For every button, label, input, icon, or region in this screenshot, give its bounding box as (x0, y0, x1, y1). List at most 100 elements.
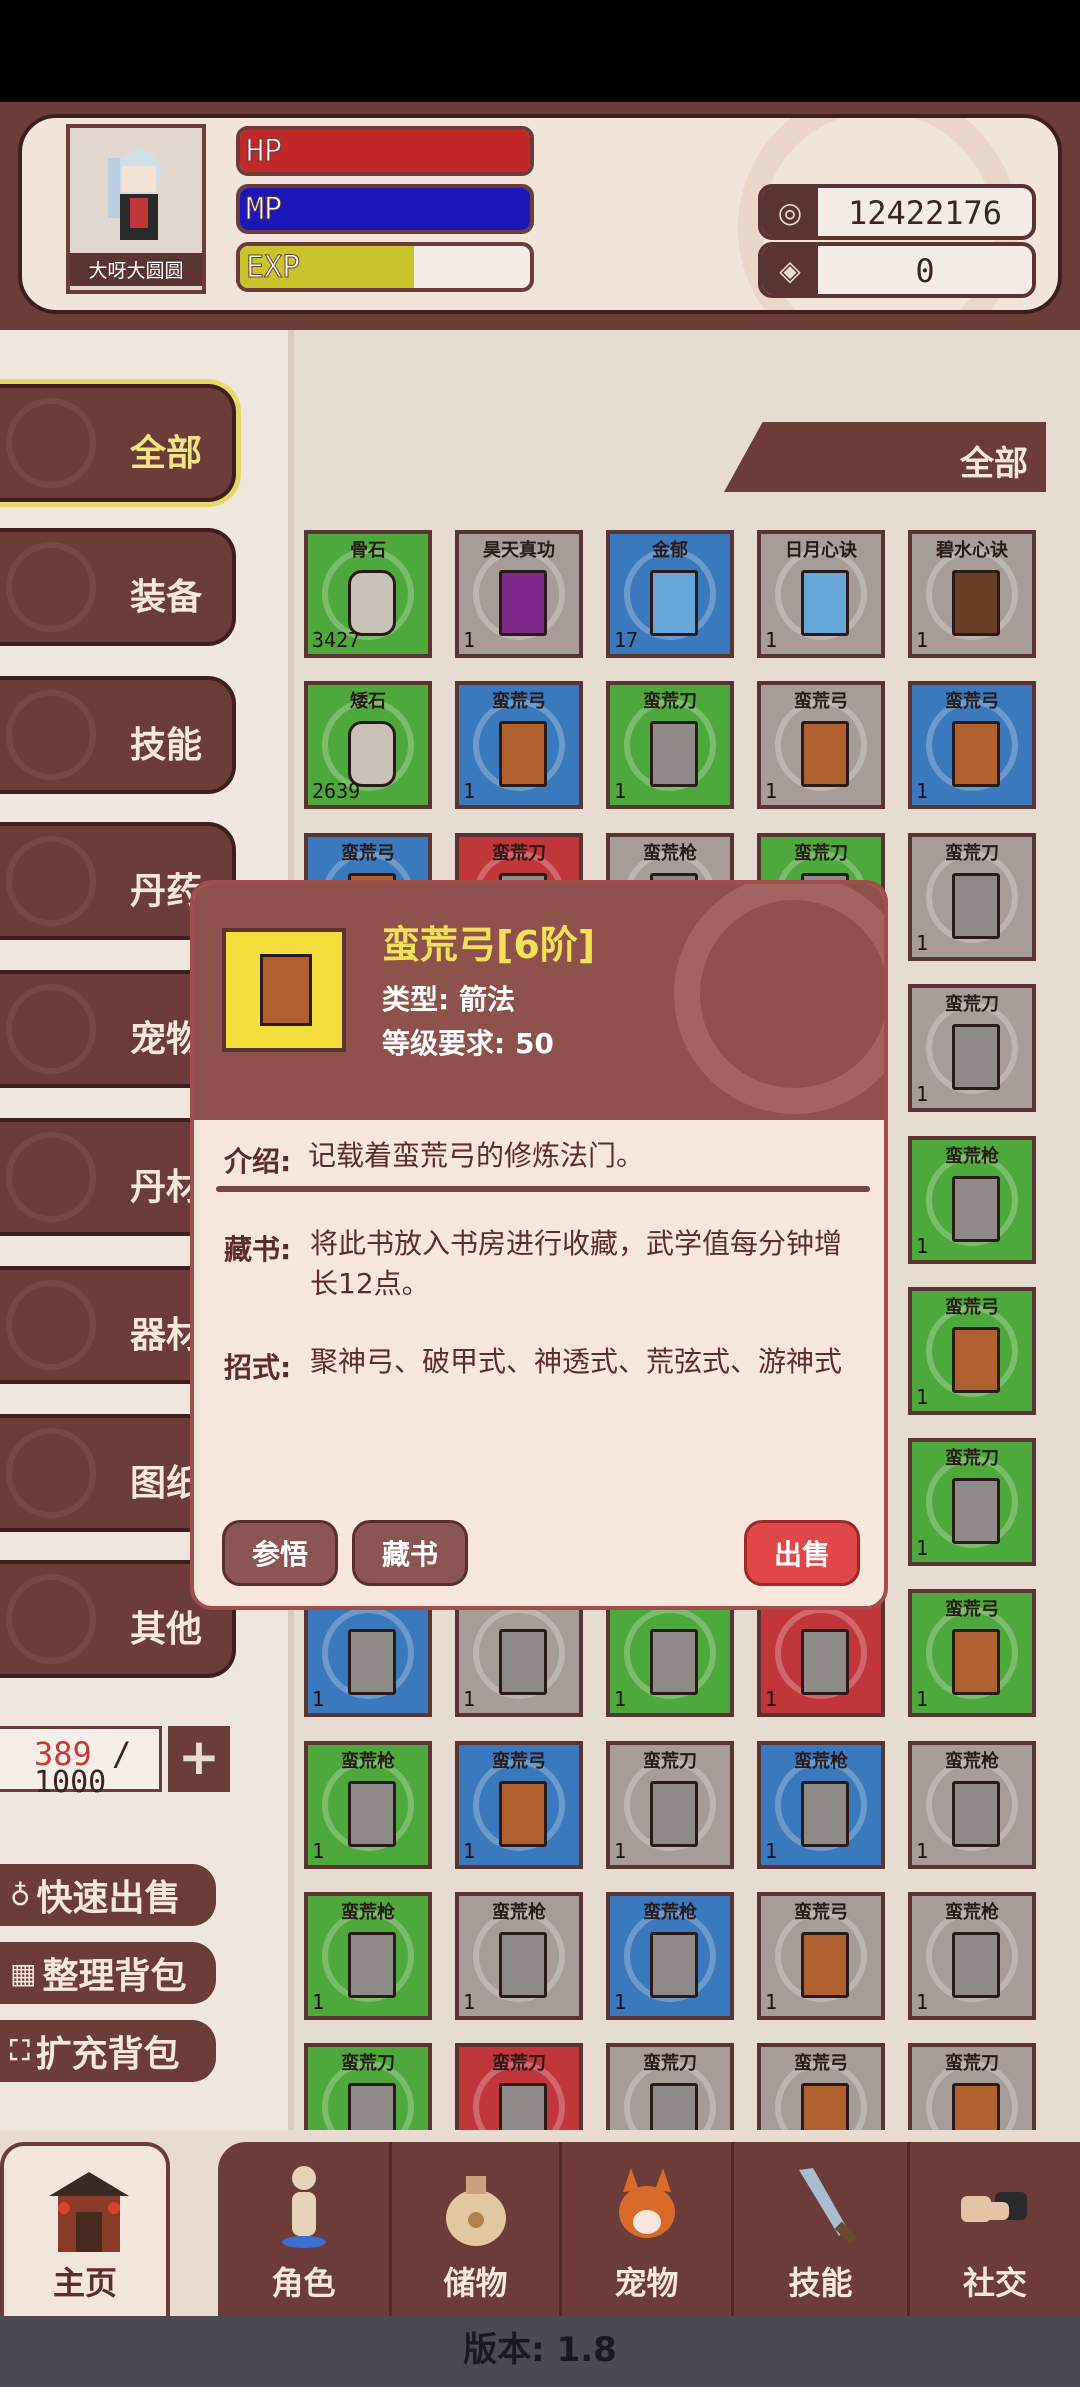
nav-skill[interactable]: 技能 (734, 2142, 910, 2316)
filter-dropdown[interactable]: 全部 (724, 422, 1046, 492)
quick-sell-button[interactable]: ♁ 快速出售 (0, 1864, 216, 1926)
inventory-slot[interactable]: 蛮荒刀 1 (908, 984, 1036, 1112)
slot-item-quantity: 1 (916, 1234, 929, 1258)
item-book-icon (801, 1932, 849, 1998)
inventory-slot[interactable]: 蛮荒枪 1 (908, 1136, 1036, 1264)
slot-item-name: 蛮荒弓 (492, 1751, 546, 1772)
inventory-slot[interactable]: 蛮荒刀 1 (908, 1438, 1036, 1566)
sell-button[interactable]: 出售 (744, 1520, 860, 1586)
category-tab[interactable]: 技能 (0, 676, 236, 794)
item-book-icon (650, 1629, 698, 1695)
header-emblem-decoration (674, 884, 884, 1114)
item-book-icon (952, 1781, 1000, 1847)
inventory-slot[interactable]: 骨石 3427 (304, 530, 432, 658)
fox-pet-icon (618, 2168, 675, 2238)
inventory-slot[interactable]: 蛮荒弓 1 (908, 1287, 1036, 1415)
inventory-slot[interactable]: 蛮荒枪 1 (606, 1892, 734, 2020)
player-avatar[interactable]: 大呀大圆圆 (66, 124, 206, 294)
item-book-icon (952, 873, 1000, 939)
quick-sell-label: 快速出售 (36, 1878, 181, 1919)
inventory-slot[interactable]: 矮石 2639 (304, 681, 432, 809)
item-type: 类型: 箭法 (382, 983, 515, 1016)
item-book-icon (499, 1629, 547, 1695)
slot-item-name: 蛮荒刀 (492, 843, 546, 864)
expand-bag-plus-button[interactable]: + (168, 1726, 230, 1792)
inventory-slot[interactable]: 蛮荒弓 1 (908, 681, 1036, 809)
mp-fill (240, 188, 530, 230)
slot-item-name: 蛮荒枪 (643, 1902, 697, 1923)
emblem-decoration (6, 398, 96, 488)
inventory-slot[interactable]: 蛮荒枪 1 (908, 1741, 1036, 1869)
inventory-slot[interactable]: 蛮荒弓 1 (757, 681, 885, 809)
inventory-slot[interactable]: 蛮荒枪 1 (455, 1892, 583, 2020)
nav-character[interactable]: 角色 (218, 2142, 392, 2316)
slot-item-name: 蛮荒刀 (492, 2053, 546, 2074)
inventory-slot[interactable]: 蛮荒弓 1 (757, 1892, 885, 2020)
slot-item-quantity: 1 (765, 1687, 778, 1711)
slot-item-quantity: 1 (312, 1687, 325, 1711)
nav-pet[interactable]: 宠物 (562, 2142, 734, 2316)
expand-bag-label: 扩充背包 (35, 2034, 180, 2075)
sword-skill-icon (798, 2168, 857, 2245)
status-bar (0, 0, 1080, 102)
inventory-slot[interactable]: 蛮荒刀 1 (606, 1741, 734, 1869)
inventory-slot[interactable]: 蛮荒枪 1 (304, 1741, 432, 1869)
inventory-slot[interactable]: 日月心诀 1 (757, 530, 885, 658)
inventory-slot[interactable]: 蛮荒枪 1 (304, 1892, 432, 2020)
storage-bag-icon (445, 2176, 506, 2246)
inventory-slot[interactable]: 碧水心诀 1 (908, 530, 1036, 658)
slot-item-name: 蛮荒弓 (794, 2053, 848, 2074)
slot-item-name: 蛮荒刀 (643, 2053, 697, 2074)
inventory-slot[interactable]: 金郁 17 (606, 530, 734, 658)
coin-icon: ◎ (762, 188, 818, 236)
inventory-slot[interactable]: 蛮荒弓 1 (908, 1589, 1036, 1717)
slot-item-name: 碧水心诀 (936, 540, 1008, 561)
hp-label: HP (245, 134, 283, 170)
sort-bag-button[interactable]: ▦ 整理背包 (0, 1942, 216, 2004)
category-tab[interactable]: 装备 (0, 528, 236, 646)
slot-item-name: 蛮荒枪 (945, 1902, 999, 1923)
home-gate-icon (49, 2172, 129, 2252)
nav-home[interactable]: 主页 (0, 2142, 170, 2316)
category-label: 装备 (129, 577, 202, 618)
nav-character-label: 角色 (271, 2264, 336, 2302)
slot-item-name: 蛮荒弓 (794, 691, 848, 712)
item-book-icon (499, 1781, 547, 1847)
inventory-slot[interactable]: 蛮荒枪 1 (757, 1741, 885, 1869)
inventory-slot[interactable]: 蛮荒枪 1 (908, 1892, 1036, 2020)
inventory-slot[interactable]: 蛮荒弓 1 (455, 681, 583, 809)
nav-social[interactable]: 社交 (910, 2142, 1080, 2316)
slot-item-quantity: 1 (463, 628, 476, 652)
expand-bag-button[interactable]: ⛶ 扩充背包 (0, 2020, 216, 2082)
study-button[interactable]: 参悟 (222, 1520, 338, 1586)
item-book-icon (801, 1781, 849, 1847)
item-book-icon (348, 570, 396, 636)
emblem-decoration (6, 1280, 96, 1370)
nav-social-label: 社交 (962, 2264, 1027, 2302)
slot-item-name: 蛮荒弓 (794, 1902, 848, 1923)
inventory-slot[interactable]: 蛮荒弓 1 (455, 1741, 583, 1869)
game-screen: 大呀大圆圆 HP MP EXP ◎ 12422176 ◈ 0 全部 装备 技能 丹药宠… (0, 0, 1080, 2387)
slot-item-quantity: 1 (614, 1687, 627, 1711)
expand-icon: ⛶ (10, 2034, 30, 2067)
inventory-slot[interactable]: 蛮荒刀 1 (606, 681, 734, 809)
emblem-decoration (6, 690, 96, 780)
inventory-slot[interactable]: 昊天真功 1 (455, 530, 583, 658)
item-detail-dialog: 蛮荒弓[6阶] 类型: 箭法 等级要求: 50 介绍: 记载着蛮荒弓的修炼法门。… (190, 880, 888, 1610)
slot-item-quantity: 1 (916, 1082, 929, 1106)
hp-bar: HP (236, 126, 534, 176)
character-figure-icon (281, 2166, 326, 2248)
category-tab[interactable]: 全部 (0, 384, 236, 502)
slot-item-name: 蛮荒刀 (643, 691, 697, 712)
item-book-icon (952, 1932, 1000, 1998)
item-book-icon (801, 1629, 849, 1695)
collect-button[interactable]: 藏书 (352, 1520, 468, 1586)
item-title: 蛮荒弓[6阶] (382, 923, 596, 967)
version-text: 版本: 1.8 (0, 2316, 1080, 2387)
handshake-social-icon (961, 2192, 1027, 2222)
inventory-slot[interactable]: 蛮荒刀 1 (908, 833, 1036, 961)
item-book-icon (650, 1932, 698, 1998)
item-book-icon (348, 721, 396, 787)
exp-bar: EXP (236, 242, 534, 292)
nav-storage[interactable]: 储物 (392, 2142, 562, 2316)
